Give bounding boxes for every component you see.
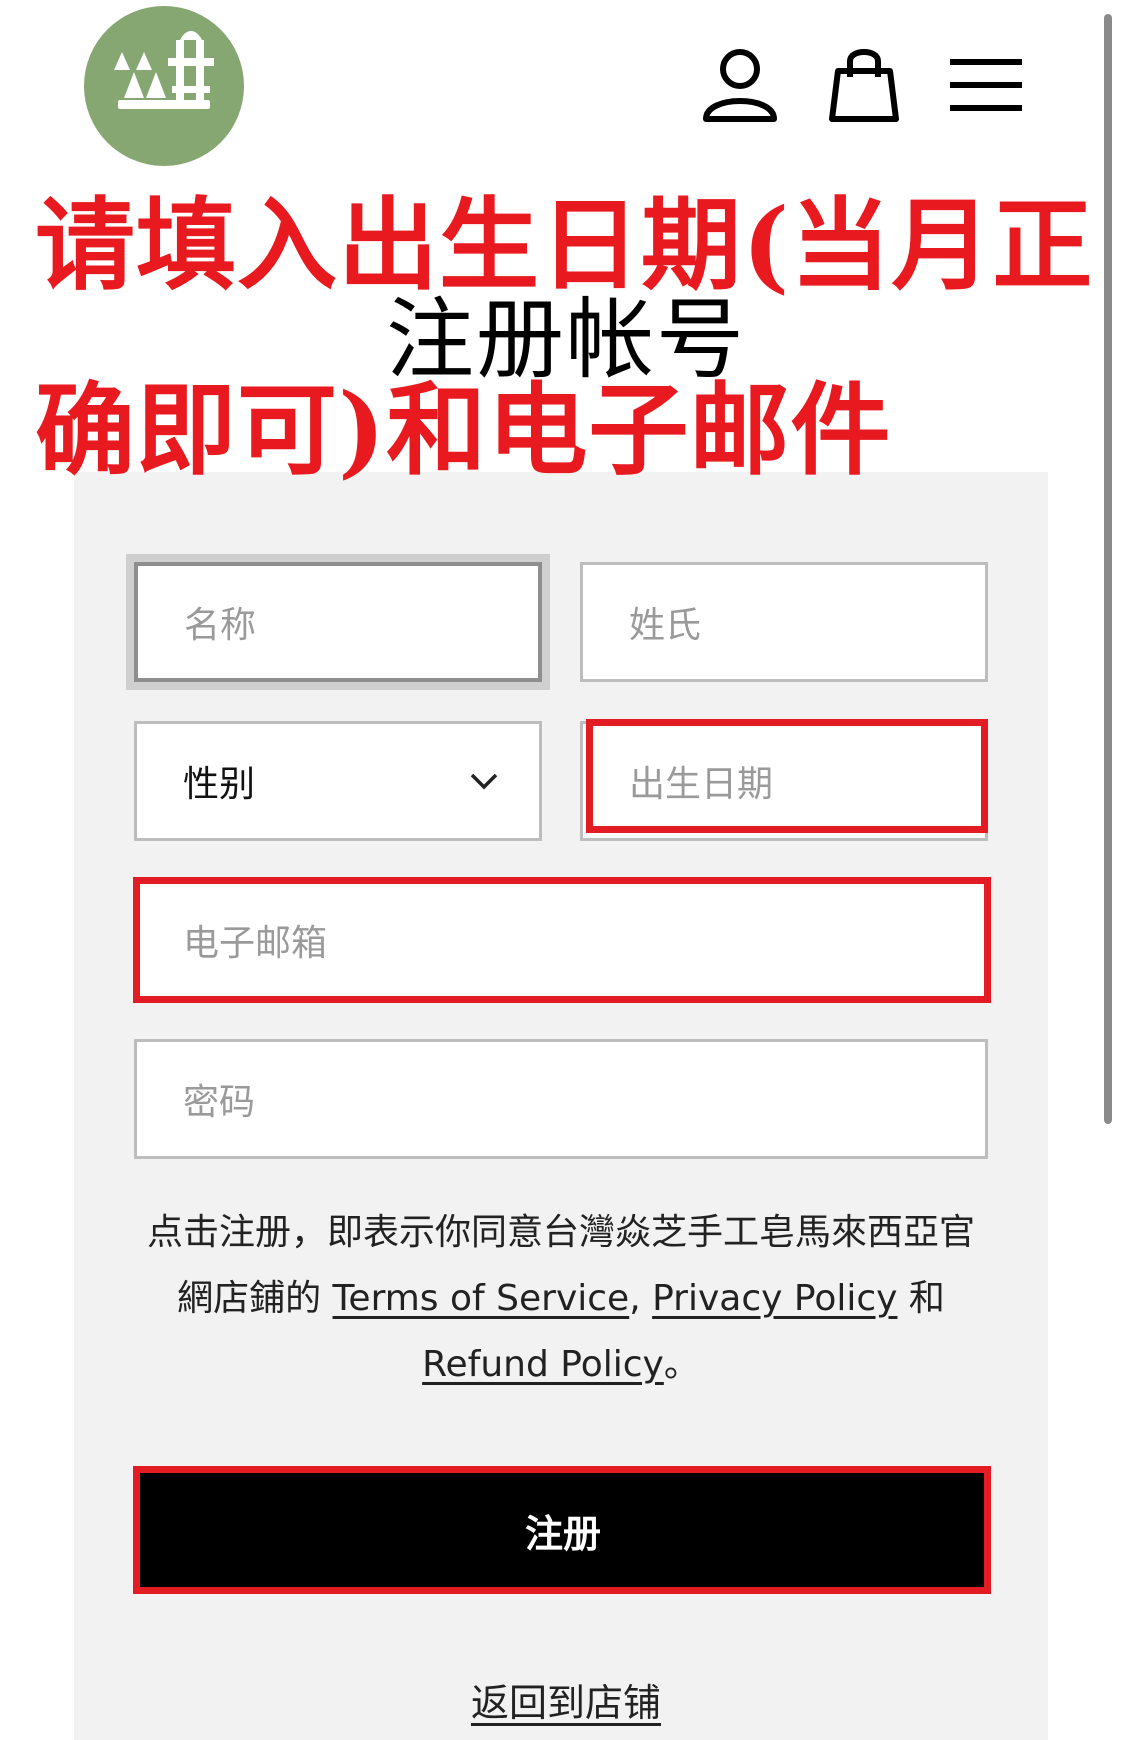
gender-value: 性别 — [183, 764, 256, 805]
last-name-placeholder: 姓氏 — [629, 605, 702, 646]
scrollbar[interactable] — [1104, 14, 1112, 1124]
last-name-input[interactable]: 姓氏 — [580, 562, 988, 682]
password-input[interactable]: 密码 — [134, 1039, 988, 1159]
store-logo[interactable] — [84, 6, 244, 166]
refund-policy-link[interactable]: Refund Policy — [422, 1344, 664, 1385]
birthday-placeholder: 出生日期 — [629, 764, 774, 805]
first-name-input[interactable]: 名称 — [134, 562, 542, 682]
logo-glyph-icon — [114, 31, 214, 109]
privacy-policy-link[interactable]: Privacy Policy — [652, 1278, 897, 1319]
register-button[interactable]: 注册 — [140, 1472, 986, 1588]
annotation-line-1: 请填入出生日期(当月正 — [35, 186, 1094, 304]
terms-separator: , — [629, 1278, 641, 1319]
email-placeholder: 电子邮箱 — [183, 923, 328, 964]
annotation-line-2: 确即可)和电子邮件 — [35, 371, 892, 489]
terms-of-service-link[interactable]: Terms of Service — [333, 1278, 630, 1319]
chevron-down-icon — [470, 773, 498, 790]
birthday-input[interactable]: 出生日期 — [580, 721, 988, 841]
terms-and: 和 — [908, 1278, 945, 1319]
terms-text: 点击注册，即表示你同意台灣焱芝手工皂馬來西亞官網店鋪的 Terms of Ser… — [134, 1200, 988, 1398]
register-button-label: 注册 — [524, 1511, 601, 1556]
back-to-store-link[interactable]: 返回到店铺 — [0, 1672, 1132, 1727]
menu-icon[interactable] — [946, 45, 1026, 125]
gender-select[interactable]: 性别 — [134, 721, 542, 841]
shopping-bag-icon[interactable] — [824, 45, 904, 125]
terms-end: 。 — [663, 1344, 700, 1385]
password-placeholder: 密码 — [183, 1082, 256, 1123]
email-input[interactable]: 电子邮箱 — [134, 880, 988, 1000]
first-name-placeholder: 名称 — [184, 605, 257, 646]
account-icon[interactable] — [700, 45, 780, 125]
